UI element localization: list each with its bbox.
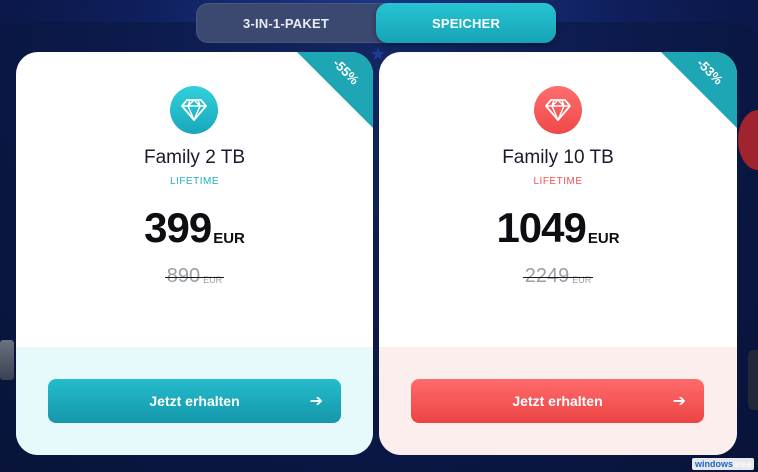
price-amount: 399 xyxy=(144,204,212,251)
plan-card-family-10tb: -53% Family 10 TB LIFETIME 1049 EUR 2249… xyxy=(379,52,737,455)
get-now-button[interactable]: Jetzt erhalten ➔ xyxy=(411,379,704,423)
strikethrough-line xyxy=(164,276,225,278)
arrow-right-icon: ➔ xyxy=(672,391,686,410)
toggle-option-bundle[interactable]: 3-IN-1-PAKET xyxy=(196,3,376,43)
price-amount: 1049 xyxy=(496,204,586,251)
plan-name: Family 10 TB xyxy=(502,147,614,168)
button-label: Jetzt erhalten xyxy=(512,393,603,409)
watermark-brand: windows xyxy=(694,459,733,469)
plan-duration: LIFETIME xyxy=(533,176,583,187)
plan-duration: LIFETIME xyxy=(169,176,219,187)
diamond-icon xyxy=(170,86,218,134)
plan-name: Family 2 TB xyxy=(143,147,245,168)
plan-type-toggle: 3-IN-1-PAKET SPEICHER xyxy=(196,3,556,43)
price: 399 EUR xyxy=(16,206,373,250)
arrow-right-icon: ➔ xyxy=(309,391,323,410)
strikethrough-line xyxy=(522,276,594,278)
watermark-suffix: area xyxy=(732,459,751,469)
background-device xyxy=(0,340,14,380)
old-price: 2249 EUR xyxy=(379,265,737,288)
get-now-button[interactable]: Jetzt erhalten ➔ xyxy=(48,379,341,423)
watermark-logo: windowsarea xyxy=(691,458,754,470)
toggle-option-storage[interactable]: SPEICHER xyxy=(376,3,556,43)
discount-ribbon: -53% xyxy=(651,52,737,138)
price: 1049 EUR xyxy=(379,206,737,250)
background-device xyxy=(748,350,758,410)
price-currency: EUR xyxy=(587,230,620,247)
discount-ribbon: -55% xyxy=(287,52,373,138)
button-label: Jetzt erhalten xyxy=(149,393,240,409)
price-currency: EUR xyxy=(213,230,245,247)
plan-card-family-2tb: -55% Family 2 TB LIFETIME 399 EUR 890 EU… xyxy=(16,52,373,455)
diamond-icon xyxy=(534,86,582,134)
old-price: 890 EUR xyxy=(16,265,373,288)
